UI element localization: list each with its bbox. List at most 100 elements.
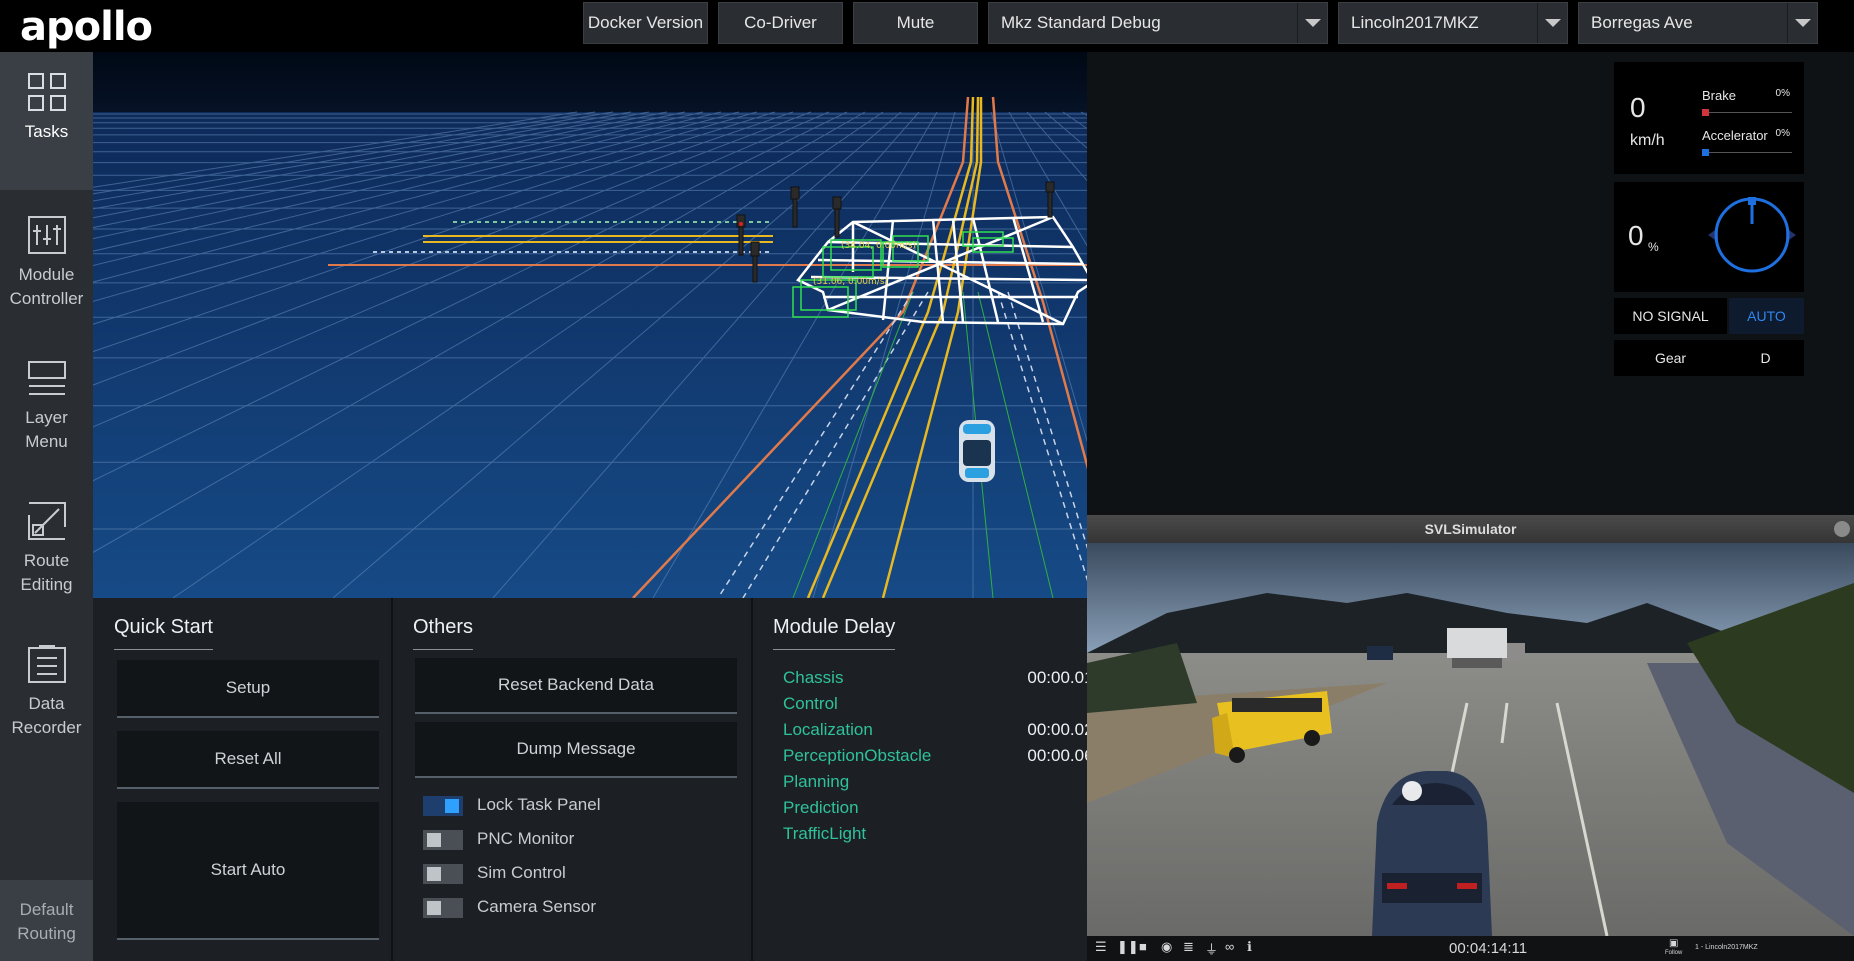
simulator-ego-vehicle	[1372, 771, 1492, 936]
drive-mode: AUTO	[1747, 308, 1786, 324]
mute-button[interactable]: Mute	[853, 2, 978, 44]
chevron-down-icon	[1297, 3, 1327, 43]
sidebar-item-tasks[interactable]: Tasks	[0, 52, 93, 190]
co-driver-button[interactable]: Co-Driver	[718, 2, 843, 44]
sidebar-item-label: Menu	[25, 432, 68, 451]
speed-panel: 0 km/h Brake 0% Accelerator 0%	[1614, 62, 1804, 174]
module-delay-row: Control-	[783, 694, 1103, 720]
reset-all-button[interactable]: Reset All	[117, 731, 379, 789]
gear-value: D	[1760, 350, 1771, 366]
follow-label: Follow	[1665, 950, 1683, 956]
module-delay-title: Module Delay	[773, 616, 896, 650]
controller-icon[interactable]: ∞	[1225, 939, 1234, 954]
sliders-icon	[27, 216, 66, 254]
module-delay-row: Prediction-	[783, 798, 1103, 824]
sidebar-item-layer-menu[interactable]: Layer Menu	[0, 338, 93, 476]
module-delay-row: TrafficLight-	[783, 824, 1103, 850]
start-auto-button[interactable]: Start Auto	[117, 802, 379, 940]
vehicle-name: 1 - Lincoln2017MKZ	[1695, 944, 1758, 951]
docker-version-button[interactable]: Docker Version	[583, 2, 708, 44]
steering-unit: %	[1648, 240, 1659, 254]
sidebar-item-route-editing[interactable]: Route Editing	[0, 481, 93, 619]
simulation-time: 00:04:14:11	[1449, 940, 1528, 957]
steering-value: 0	[1628, 220, 1644, 251]
settings-icon[interactable]: ≣	[1183, 939, 1194, 955]
mode-select[interactable]: Mkz Standard Debug	[988, 2, 1328, 44]
eye-icon[interactable]: ◉	[1161, 939, 1172, 955]
quick-start-title: Quick Start	[114, 616, 213, 650]
module-name: Localization	[783, 720, 873, 739]
map-select-value: Borregas Ave	[1591, 13, 1693, 32]
plug-icon[interactable]: ⏚	[1205, 939, 1218, 958]
toggle-knob	[427, 833, 441, 847]
default-routing-label: Routing	[17, 924, 76, 943]
module-name: PerceptionObstacle	[783, 746, 932, 765]
scene-canvas: (34.04, 0.00m/s) (31.06, 0.00m/s)	[93, 52, 1087, 598]
signal-panel: NO SIGNAL	[1614, 298, 1727, 334]
brake-percent: 0%	[1775, 88, 1790, 99]
dump-message-button[interactable]: Dump Message	[415, 722, 737, 778]
chevron-down-icon	[1537, 3, 1567, 43]
quick-start-panel: Quick Start Setup Reset All Start Auto	[93, 598, 391, 961]
others-panel: Others Reset Backend Data Dump Message L…	[393, 598, 751, 961]
default-routing-button[interactable]: Default Routing	[0, 880, 93, 961]
mode-select-value: Mkz Standard Debug	[1001, 13, 1161, 32]
sidebar-item-label: Tasks	[24, 122, 69, 141]
sidebar-item-label: Editing	[20, 575, 73, 594]
vehicle-select-value: Lincoln2017MKZ	[1351, 13, 1479, 32]
map-select[interactable]: Borregas Ave	[1578, 2, 1818, 44]
route-icon	[27, 502, 66, 540]
toggle-label: Camera Sensor	[477, 897, 597, 916]
document-icon	[27, 645, 66, 683]
module-delay-row: Localization 00:00.020	[783, 720, 1103, 746]
map-3d-view[interactable]: (34.04, 0.00m/s) (31.06, 0.00m/s)	[93, 52, 1087, 598]
simulator-scene	[1087, 543, 1854, 936]
speed-value: 0	[1630, 92, 1646, 123]
toggle-switch[interactable]	[423, 830, 463, 850]
pause-icon[interactable]: ❚❚	[1117, 939, 1139, 955]
default-routing-label: Default	[19, 900, 74, 919]
sidebar-item-label: Controller	[9, 289, 84, 308]
toggle-label: Lock Task Panel	[477, 795, 601, 814]
vehicle-select[interactable]: Lincoln2017MKZ	[1338, 2, 1568, 44]
sidebar: Tasks Module Controller Layer Menu Route…	[0, 52, 93, 961]
reset-backend-data-button[interactable]: Reset Backend Data	[415, 658, 737, 714]
obstacle-label: (34.04, 0.00m/s)	[841, 241, 916, 251]
menu-icon[interactable]: ☰	[1095, 939, 1107, 955]
sidebar-item-label: Layer	[25, 408, 68, 427]
toggle-switch[interactable]	[423, 898, 463, 918]
camera-icon[interactable]: ▣	[1669, 938, 1678, 949]
drive-mode-panel: AUTO	[1729, 298, 1804, 334]
gear-label: Gear	[1654, 350, 1687, 366]
sidebar-item-module-controller[interactable]: Module Controller	[0, 195, 93, 333]
accelerator-label: Accelerator	[1702, 128, 1768, 143]
apollo-logo: apollo	[20, 4, 153, 50]
toggle-label: PNC Monitor	[477, 829, 575, 848]
ego-vehicle	[959, 420, 995, 482]
setup-button[interactable]: Setup	[117, 660, 379, 718]
sidebar-item-label: Recorder	[11, 718, 82, 737]
simulator-window[interactable]: SVLSimulator ☰ ❚❚ ■ ◉ ≣ ⏚ ∞ ℹ 00:04:14:1…	[1087, 515, 1854, 961]
info-icon[interactable]: ℹ	[1247, 939, 1252, 955]
simulator-title: SVLSimulator	[1424, 521, 1517, 537]
gear-panel: Gear D	[1614, 340, 1804, 376]
module-delay-panel: Module Delay Chassis00:00.012Control-Loc…	[753, 598, 1103, 961]
accelerator-percent: 0%	[1775, 128, 1790, 139]
speed-unit: km/h	[1630, 132, 1665, 149]
toggle-switch[interactable]	[423, 864, 463, 884]
simulator-camera-view	[1087, 543, 1854, 936]
toggle-knob	[427, 867, 441, 881]
steering-wheel-icon	[1708, 197, 1796, 273]
module-name: Prediction	[783, 798, 859, 817]
simulator-toolbar: ☰ ❚❚ ■ ◉ ≣ ⏚ ∞ ℹ 00:04:14:11 ▣ Follow 1 …	[1087, 936, 1854, 961]
sidebar-item-data-recorder[interactable]: Data Recorder	[0, 624, 93, 762]
minimize-icon[interactable]	[1834, 521, 1850, 537]
toggle-switch[interactable]	[423, 796, 463, 816]
brake-label: Brake	[1702, 88, 1736, 103]
module-delay-row: Planning-	[783, 772, 1103, 798]
sidebar-item-label: Data	[28, 694, 65, 713]
brake-track	[1702, 109, 1792, 116]
steering-panel: 0 %	[1614, 182, 1804, 292]
module-name: Chassis	[783, 668, 844, 687]
stop-icon[interactable]: ■	[1139, 939, 1147, 954]
